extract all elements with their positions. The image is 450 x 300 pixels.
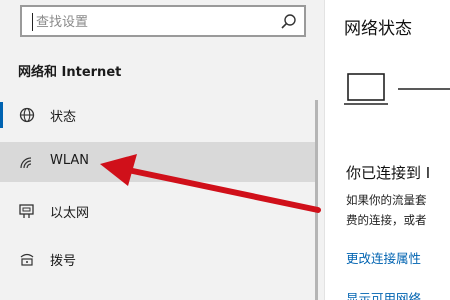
sidebar-item-ethernet[interactable]: 以太网: [0, 191, 318, 231]
change-connection-properties-link[interactable]: 更改连接属性: [346, 248, 421, 267]
section-title: 网络和 Internet: [18, 65, 122, 80]
ethernet-icon: [19, 204, 34, 218]
globe-icon: [19, 107, 35, 123]
text-cursor: [32, 13, 33, 31]
sidebar-item-status[interactable]: 状态: [0, 95, 318, 135]
sidebar-item-label: WLAN: [50, 153, 90, 168]
sidebar-item-label: 拨号: [50, 254, 77, 269]
description-line: 费的连接，或者: [346, 213, 427, 227]
laptop-network-icon: [344, 73, 450, 105]
wifi-icon: [20, 157, 32, 169]
settings-sidebar: 网络和 Internet 状态 WLAN 以太网 拨号: [0, 0, 325, 300]
description-line: 如果你的流量套: [346, 193, 427, 207]
search-input[interactable]: [36, 10, 276, 34]
content-pane: 网络状态 你已连接到 I 如果你的流量套 费的连接，或者 更改连接属性 显示可用…: [326, 0, 450, 300]
search-box[interactable]: [20, 5, 306, 37]
connection-heading: 你已连接到 I: [346, 164, 431, 182]
dialup-icon: [20, 253, 34, 266]
page-title: 网络状态: [344, 19, 412, 39]
sidebar-scrollbar[interactable]: [315, 100, 318, 300]
search-icon[interactable]: [280, 13, 298, 31]
sidebar-item-dialup[interactable]: 拨号: [0, 239, 318, 279]
sidebar-item-label: 以太网: [50, 206, 90, 221]
sidebar-item-wlan[interactable]: WLAN: [0, 142, 318, 182]
sidebar-item-label: 状态: [50, 110, 77, 125]
show-available-networks-link[interactable]: 显示可用网络: [346, 288, 421, 300]
